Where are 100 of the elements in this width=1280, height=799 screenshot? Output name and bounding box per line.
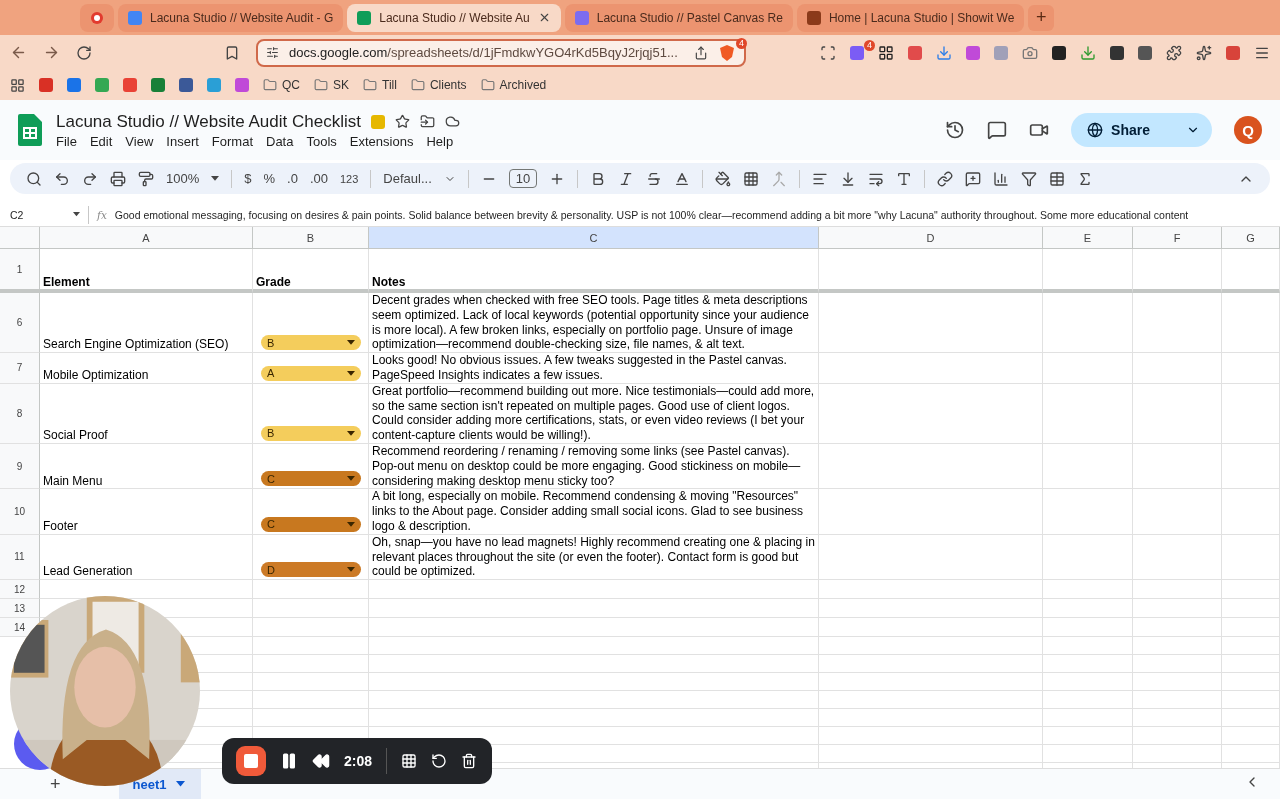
fill-color-icon[interactable]	[715, 170, 732, 187]
filter-icon[interactable]	[1021, 170, 1038, 187]
row-number[interactable]: 7	[0, 353, 40, 384]
menu-item[interactable]: Format	[211, 133, 253, 149]
increase-decimal-button[interactable]: .00	[309, 171, 328, 186]
menu-item[interactable]: Data	[266, 133, 294, 149]
bookmark-folder[interactable]: QC	[263, 78, 300, 92]
row-number[interactable]: 9	[0, 443, 40, 490]
row-number[interactable]: 11	[0, 534, 40, 581]
row-number[interactable]: 1	[0, 249, 40, 293]
decrease-decimal-button[interactable]: .0	[287, 171, 298, 186]
column-header[interactable]: A	[40, 227, 253, 249]
search-icon[interactable]	[26, 170, 42, 187]
zoom-select[interactable]: 100%	[166, 171, 200, 186]
menu-item[interactable]: Insert	[166, 133, 199, 149]
grade-dropdown[interactable]: B	[261, 425, 361, 441]
download-icon[interactable]	[936, 44, 952, 61]
stop-button[interactable]	[236, 746, 266, 776]
bookmark-folder[interactable]: SK	[314, 78, 349, 92]
row-number[interactable]: 12	[0, 580, 40, 600]
cloud-icon[interactable]	[444, 114, 460, 129]
address-bar[interactable]: docs.google.com/spreadsheets/d/1jFmdkwYGO4rKd5BqyJ2rjqj51... 4	[256, 38, 746, 67]
reload-icon[interactable]	[76, 44, 92, 61]
pinned-tab[interactable]	[80, 3, 114, 32]
grade-dropdown[interactable]: C	[261, 471, 361, 487]
extension-icon[interactable]	[1110, 45, 1124, 60]
grade-dropdown[interactable]: B	[261, 335, 361, 351]
bookmark-folder[interactable]: Till	[363, 78, 397, 92]
grid-icon[interactable]	[401, 753, 418, 769]
browser-tab[interactable]: Lacuna Studio // Website Audit - G	[118, 3, 344, 32]
history-icon[interactable]	[945, 120, 966, 140]
site-settings-icon[interactable]	[266, 46, 279, 59]
menu-item[interactable]: Tools	[306, 133, 337, 149]
text-color-icon[interactable]	[674, 170, 691, 187]
profile-icon[interactable]	[1226, 45, 1240, 60]
font-size-field[interactable]: 10	[508, 169, 538, 188]
currency-button[interactable]: $	[244, 171, 252, 186]
bookmark-icon[interactable]	[224, 44, 240, 61]
redo-icon[interactable]	[82, 170, 98, 187]
column-header[interactable]: G	[1222, 227, 1280, 249]
comment-icon[interactable]	[987, 120, 1008, 140]
apps-icon[interactable]	[10, 77, 25, 93]
strikethrough-icon[interactable]	[646, 170, 663, 187]
bookmark-folder[interactable]: Archived	[480, 78, 547, 92]
extension-icon[interactable]	[1138, 45, 1152, 60]
extension-icon[interactable]	[1052, 45, 1066, 60]
delete-icon[interactable]	[461, 753, 478, 769]
browser-tab[interactable]: Home | Lacuna Studio | Showit We	[796, 3, 1025, 32]
number-format-button[interactable]: 123	[339, 172, 359, 185]
camera-icon[interactable]	[1022, 44, 1038, 61]
account-avatar[interactable]: Q	[1234, 116, 1262, 144]
share-icon[interactable]	[694, 45, 708, 60]
column-header[interactable]: F	[1133, 227, 1222, 249]
grade-dropdown[interactable]: C	[261, 516, 361, 532]
grade-dropdown[interactable]: D	[261, 562, 361, 578]
menu-item[interactable]: Extensions	[349, 133, 414, 149]
browser-tab[interactable]: Lacuna Studio // Website Au	[347, 3, 561, 32]
menu-item[interactable]: Help	[426, 133, 454, 149]
menu-item[interactable]: File	[56, 133, 77, 149]
row-number[interactable]: 8	[0, 383, 40, 444]
column-header[interactable]: C	[369, 227, 819, 249]
percent-button[interactable]: %	[263, 171, 276, 186]
row-number[interactable]: 10	[0, 489, 40, 535]
pause-icon[interactable]	[280, 752, 298, 770]
column-header[interactable]: D	[819, 227, 1043, 249]
new-tab-button[interactable]: +	[1028, 4, 1055, 31]
sparkle-icon[interactable]	[1196, 44, 1212, 61]
name-box[interactable]: C2	[10, 208, 80, 221]
paint-format-icon[interactable]	[138, 170, 154, 187]
grid-icon[interactable]	[878, 44, 894, 61]
forward-icon[interactable]	[43, 44, 60, 61]
restart-icon[interactable]	[431, 753, 448, 769]
bookmark-folder[interactable]: Clients	[410, 78, 467, 92]
table-icon[interactable]	[1049, 170, 1066, 187]
scan-icon[interactable]	[820, 44, 836, 61]
font-select[interactable]: Defaul...	[383, 171, 432, 186]
chart-icon[interactable]	[993, 170, 1010, 187]
add-sheet-button[interactable]: +	[50, 773, 61, 795]
row-number[interactable]: 6	[0, 293, 40, 354]
column-header[interactable]: E	[1043, 227, 1133, 249]
borders-icon[interactable]	[743, 170, 760, 187]
undo-icon[interactable]	[54, 170, 70, 187]
grade-dropdown[interactable]: A	[261, 365, 361, 381]
print-icon[interactable]	[110, 170, 126, 187]
menu-item[interactable]: Edit	[89, 133, 113, 149]
link-icon[interactable]	[937, 170, 954, 187]
column-header[interactable]: B	[253, 227, 369, 249]
move-icon[interactable]	[419, 114, 435, 129]
formula-text[interactable]: Good emotional messaging, focusing on desires & pain points. Solid balance between brevity & personality. USP is not 100% clear—recommend adding a bit more "why Lacuna" authority throughout. Some more educational content	[114, 208, 1189, 221]
star-icon[interactable]	[394, 114, 410, 129]
rotate-text-icon[interactable]	[896, 170, 913, 187]
document-title[interactable]: Lacuna Studio // Website Audit Checklist	[56, 111, 361, 132]
arrow-down-icon[interactable]	[1080, 44, 1096, 61]
browser-tab[interactable]: Lacuna Studio // Pastel Canvas Re	[564, 3, 793, 32]
back-icon[interactable]	[10, 44, 27, 61]
puzzle-icon[interactable]	[1166, 44, 1182, 61]
rewind-icon[interactable]	[312, 752, 330, 770]
share-button[interactable]: Share	[1071, 113, 1212, 147]
row-number[interactable]: 13	[0, 599, 40, 619]
add-comment-icon[interactable]	[965, 170, 982, 187]
